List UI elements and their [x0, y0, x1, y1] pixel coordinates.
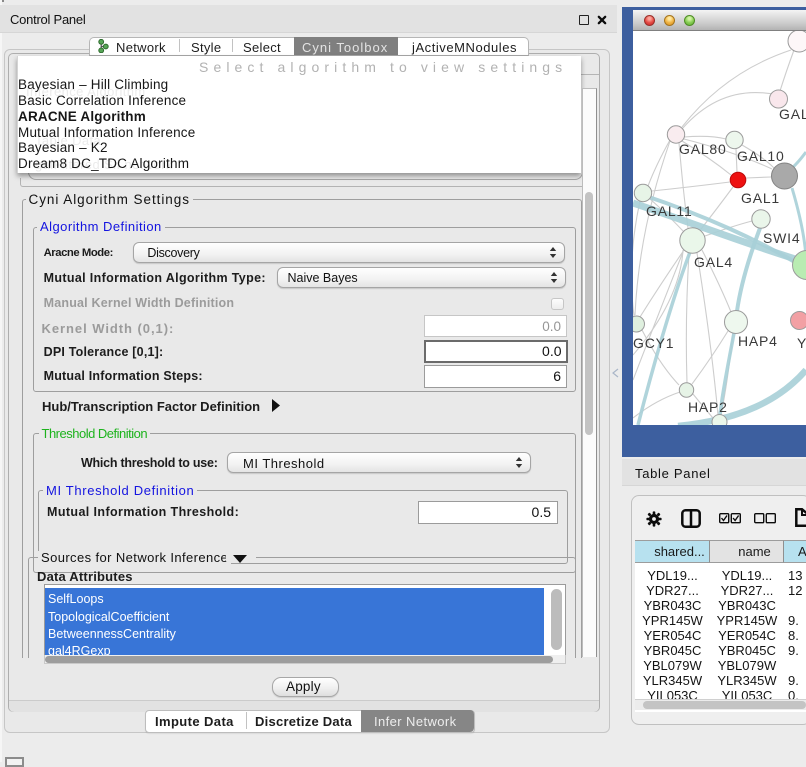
- svg-text:GAL1: GAL1: [741, 190, 780, 206]
- svg-text:SWI4: SWI4: [763, 230, 800, 246]
- svg-text:GCY1: GCY1: [633, 335, 674, 351]
- svg-text:YP: YP: [797, 335, 806, 351]
- svg-text:GAL4: GAL4: [694, 254, 733, 270]
- svg-text:HAP4: HAP4: [738, 333, 778, 349]
- svg-text:GAL7: GAL7: [779, 106, 806, 122]
- svg-text:GAL10: GAL10: [737, 148, 785, 164]
- svg-text:GAL11: GAL11: [646, 203, 693, 219]
- svg-text:HAP2: HAP2: [688, 399, 728, 415]
- svg-text:GAL80: GAL80: [679, 141, 727, 157]
